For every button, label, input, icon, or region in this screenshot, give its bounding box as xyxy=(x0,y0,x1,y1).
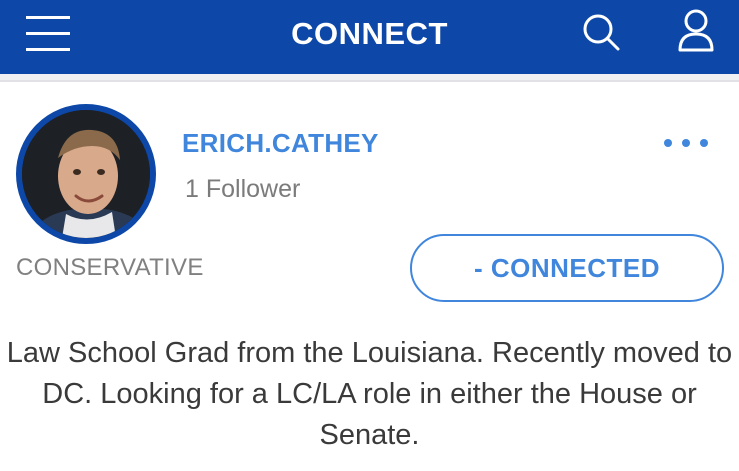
more-options-icon xyxy=(664,139,708,147)
party-affiliation: CONSERVATIVE xyxy=(16,254,204,281)
user-profile-icon xyxy=(678,9,714,52)
search-button[interactable] xyxy=(578,10,626,54)
profile-username[interactable]: ERICH.CATHEY xyxy=(182,128,379,159)
profile-button[interactable] xyxy=(672,6,720,56)
header-divider xyxy=(0,74,739,82)
profile-bio: Law School Grad from the Louisiana. Rece… xyxy=(6,337,733,451)
more-options-button[interactable] xyxy=(660,132,712,154)
follower-count[interactable]: 1 Follower xyxy=(185,175,300,204)
avatar[interactable] xyxy=(16,104,156,244)
search-icon xyxy=(583,14,620,51)
connected-button[interactable]: - CONNECTED xyxy=(410,234,724,302)
avatar-photo xyxy=(22,110,150,238)
page-title: CONNECT xyxy=(291,16,448,51)
